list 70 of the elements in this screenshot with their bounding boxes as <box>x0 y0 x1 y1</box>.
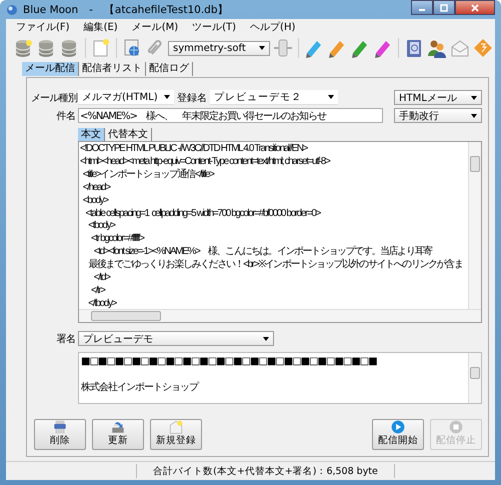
connector-icon[interactable] <box>273 38 293 58</box>
line-break-dropdown[interactable]: 手動改行 <box>394 108 482 123</box>
account-dropdown[interactable]: symmetry-soft <box>168 40 270 56</box>
code-line: </tr> <box>90 284 106 298</box>
new-document-icon[interactable] <box>91 38 111 58</box>
field-label: 件名 <box>56 110 75 122</box>
menu-item[interactable]: ヘルプ(H) <box>250 20 296 34</box>
mail-type-dropdown[interactable]: メルマガ(HTML) <box>78 90 174 105</box>
action-button[interactable]: 更新 <box>92 419 144 450</box>
window-title: Blue Moon - 【atcahefileTest10.db】 <box>23 2 230 16</box>
code-line: <td><font size=-1><%NAME%> 様、こんにちは。インポートショップです。当店より耳寄 <box>92 246 434 258</box>
body-editor[interactable] <box>78 141 482 323</box>
minimize-button[interactable] <box>411 0 433 15</box>
vertical-scrollbar[interactable] <box>468 353 481 403</box>
menu-item[interactable]: ツール(T) <box>192 20 236 34</box>
code-line: <title>インポートショップ通信</title> <box>82 168 216 182</box>
vertical-scrollbar[interactable] <box>468 142 481 309</box>
code-line: <body> <box>82 194 110 208</box>
pen-icon[interactable] <box>373 38 393 58</box>
tab[interactable]: 配信ログ <box>146 62 193 76</box>
address-book-icon[interactable] <box>404 38 424 58</box>
menu-item[interactable]: 編集(E) <box>84 20 118 34</box>
app-icon <box>6 4 18 16</box>
close-icon <box>470 4 480 12</box>
status-text: 合計バイト数(本文+代替本文+署名)：6,508 byte <box>152 464 379 478</box>
code-line: </tbody> <box>87 298 118 309</box>
users-icon[interactable] <box>427 38 447 58</box>
caret-icon <box>471 114 477 118</box>
database-icon[interactable] <box>14 38 34 58</box>
maximize-button[interactable] <box>433 0 455 15</box>
caret-icon <box>259 46 265 50</box>
action-button[interactable]: 配信開始 <box>372 419 424 450</box>
maximize-icon <box>439 4 449 12</box>
menu-item[interactable]: ファイル(F) <box>16 20 70 34</box>
registered-name-dropdown[interactable]: プレビューデモ２ <box>210 90 338 105</box>
field-label: 登録名 <box>177 92 207 104</box>
caret-icon <box>328 95 334 99</box>
code-line: </td> <box>92 272 112 285</box>
menu-item[interactable]: メール(M) <box>132 20 178 34</box>
code-line: <tbody> <box>87 220 116 234</box>
tab[interactable]: 本文 <box>78 128 105 141</box>
close-button[interactable] <box>455 0 495 15</box>
code-line: 最後までごゆっくりお楽しみください！<br>※インポートショップ以外のサイトへのリンクが含ま <box>87 259 464 272</box>
tab[interactable]: 配信者リスト <box>79 62 146 76</box>
code-line: <tr bgcolor=#ffffff> <box>90 233 146 246</box>
signature-dropdown[interactable]: プレビューデモ <box>78 331 274 346</box>
caret-icon <box>263 336 269 340</box>
signature-editor[interactable]: ■□■□■□■□■□■□■□■□■□■□■□■□■□■□■□■□■□■ 株式会社インポートショップ <box>78 352 482 404</box>
code-line: </head> <box>82 182 112 195</box>
pen-icon[interactable] <box>327 38 347 58</box>
action-button[interactable]: 新規登録 <box>150 419 202 450</box>
format-dropdown[interactable]: HTMLメール <box>394 90 482 105</box>
field-label: メール種別 <box>31 92 75 104</box>
tab[interactable]: メール配信 <box>22 62 79 76</box>
pen-icon[interactable] <box>304 38 324 58</box>
action-button[interactable]: 削除 <box>34 419 86 450</box>
signature-line: 株式会社インポートショップ <box>81 381 200 395</box>
code-line: <table cellspacing=1 cellpadding=5 width=700 bgcolor=#bf0000 border=0> <box>84 208 322 220</box>
pen-icon[interactable] <box>350 38 370 58</box>
field-label: 署名 <box>56 332 75 346</box>
horizontal-scrollbar[interactable] <box>79 309 481 322</box>
subject-field[interactable]: <%NAME%> 様へ、 年末限定お買い得セールのお知らせ <box>78 108 383 123</box>
globe-icon[interactable] <box>122 38 142 58</box>
tab[interactable]: 代替本文 <box>105 128 152 141</box>
caret-icon <box>471 96 477 100</box>
diamond-icon[interactable] <box>473 38 493 58</box>
caret-icon <box>164 95 170 99</box>
code-line: <!DOCTYPE HTML PUBLIC -//W3C//DTD HTML 4.0 Transitional//EN> <box>80 143 308 156</box>
signature-line: ■□■□■□■□■□■□■□■□■□■□■□■□■□■□■□■□■□■ <box>81 355 378 369</box>
code-line: <html><head><meta http-equiv=Content-Type content=text/html; charset=utf-8> <box>80 156 331 168</box>
